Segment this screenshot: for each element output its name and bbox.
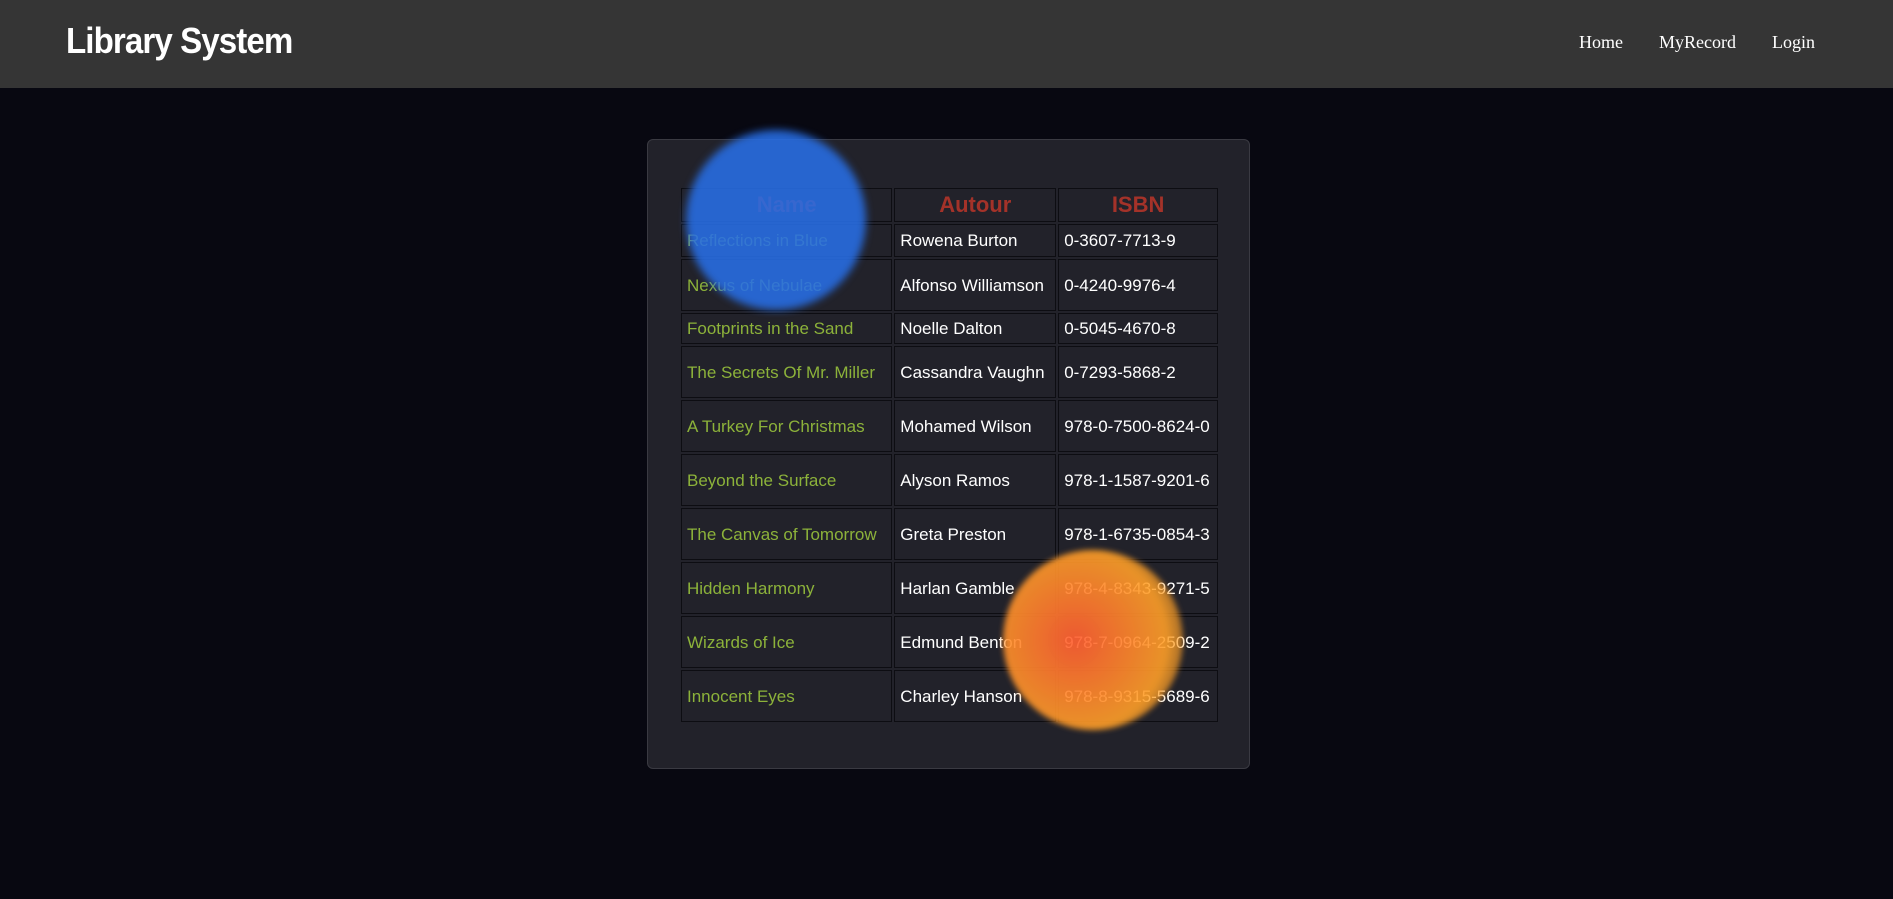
book-isbn-cell: 0-5045-4670-8 bbox=[1058, 313, 1218, 344]
table-row: Beyond the Surface Alyson Ramos 978-1-15… bbox=[681, 454, 1218, 506]
books-table: Name Autour ISBN Reflections in Blue Row… bbox=[679, 186, 1220, 724]
table-row: Nexus of Nebulae Alfonso Williamson 0-42… bbox=[681, 259, 1218, 311]
book-name-cell[interactable]: The Canvas of Tomorrow bbox=[681, 508, 893, 560]
column-header-isbn: ISBN bbox=[1058, 188, 1218, 222]
nav-link-home[interactable]: Home bbox=[1579, 32, 1623, 53]
table-row: Wizards of Ice Edmund Benton 978-7-0964-… bbox=[681, 616, 1218, 668]
book-name-cell[interactable]: Innocent Eyes bbox=[681, 670, 893, 722]
column-header-author: Autour bbox=[894, 188, 1057, 222]
table-header-row: Name Autour ISBN bbox=[681, 188, 1218, 222]
book-author-cell: Charley Hanson bbox=[894, 670, 1057, 722]
column-header-name: Name bbox=[681, 188, 893, 222]
book-author-cell: Greta Preston bbox=[894, 508, 1057, 560]
book-name-cell[interactable]: Footprints in the Sand bbox=[681, 313, 893, 344]
book-author-cell: Alfonso Williamson bbox=[894, 259, 1057, 311]
book-author-cell: Cassandra Vaughn bbox=[894, 346, 1057, 398]
book-isbn-cell: 978-4-8343-9271-5 bbox=[1058, 562, 1218, 614]
book-author-cell: Mohamed Wilson bbox=[894, 400, 1057, 452]
book-name-cell[interactable]: Wizards of Ice bbox=[681, 616, 893, 668]
book-isbn-cell: 978-1-6735-0854-3 bbox=[1058, 508, 1218, 560]
table-row: Innocent Eyes Charley Hanson 978-8-9315-… bbox=[681, 670, 1218, 722]
table-row: Hidden Harmony Harlan Gamble 978-4-8343-… bbox=[681, 562, 1218, 614]
book-name-cell[interactable]: Beyond the Surface bbox=[681, 454, 893, 506]
book-isbn-cell: 0-4240-9976-4 bbox=[1058, 259, 1218, 311]
book-isbn-cell: 978-8-9315-5689-6 bbox=[1058, 670, 1218, 722]
nav-link-login[interactable]: Login bbox=[1772, 32, 1815, 53]
nav-links: Home MyRecord Login bbox=[1543, 32, 1815, 53]
table-row: The Canvas of Tomorrow Greta Preston 978… bbox=[681, 508, 1218, 560]
book-author-cell: Rowena Burton bbox=[894, 224, 1057, 257]
book-name-cell[interactable]: A Turkey For Christmas bbox=[681, 400, 893, 452]
book-isbn-cell: 0-7293-5868-2 bbox=[1058, 346, 1218, 398]
book-author-cell: Noelle Dalton bbox=[894, 313, 1057, 344]
nav-link-myrecord[interactable]: MyRecord bbox=[1659, 32, 1736, 53]
book-name-cell[interactable]: Reflections in Blue bbox=[681, 224, 893, 257]
table-row: Reflections in Blue Rowena Burton 0-3607… bbox=[681, 224, 1218, 257]
book-author-cell: Edmund Benton bbox=[894, 616, 1057, 668]
book-name-cell[interactable]: Nexus of Nebulae bbox=[681, 259, 893, 311]
book-author-cell: Alyson Ramos bbox=[894, 454, 1057, 506]
book-name-cell[interactable]: Hidden Harmony bbox=[681, 562, 893, 614]
book-isbn-cell: 978-1-1587-9201-6 bbox=[1058, 454, 1218, 506]
table-row: The Secrets Of Mr. Miller Cassandra Vaug… bbox=[681, 346, 1218, 398]
book-name-cell[interactable]: The Secrets Of Mr. Miller bbox=[681, 346, 893, 398]
top-navbar: Library System Home MyRecord Login bbox=[0, 0, 1893, 88]
book-isbn-cell: 978-7-0964-2509-2 bbox=[1058, 616, 1218, 668]
book-isbn-cell: 0-3607-7713-9 bbox=[1058, 224, 1218, 257]
site-brand[interactable]: Library System bbox=[66, 20, 293, 62]
table-row: Footprints in the Sand Noelle Dalton 0-5… bbox=[681, 313, 1218, 344]
table-row: A Turkey For Christmas Mohamed Wilson 97… bbox=[681, 400, 1218, 452]
book-author-cell: Harlan Gamble bbox=[894, 562, 1057, 614]
book-isbn-cell: 978-0-7500-8624-0 bbox=[1058, 400, 1218, 452]
